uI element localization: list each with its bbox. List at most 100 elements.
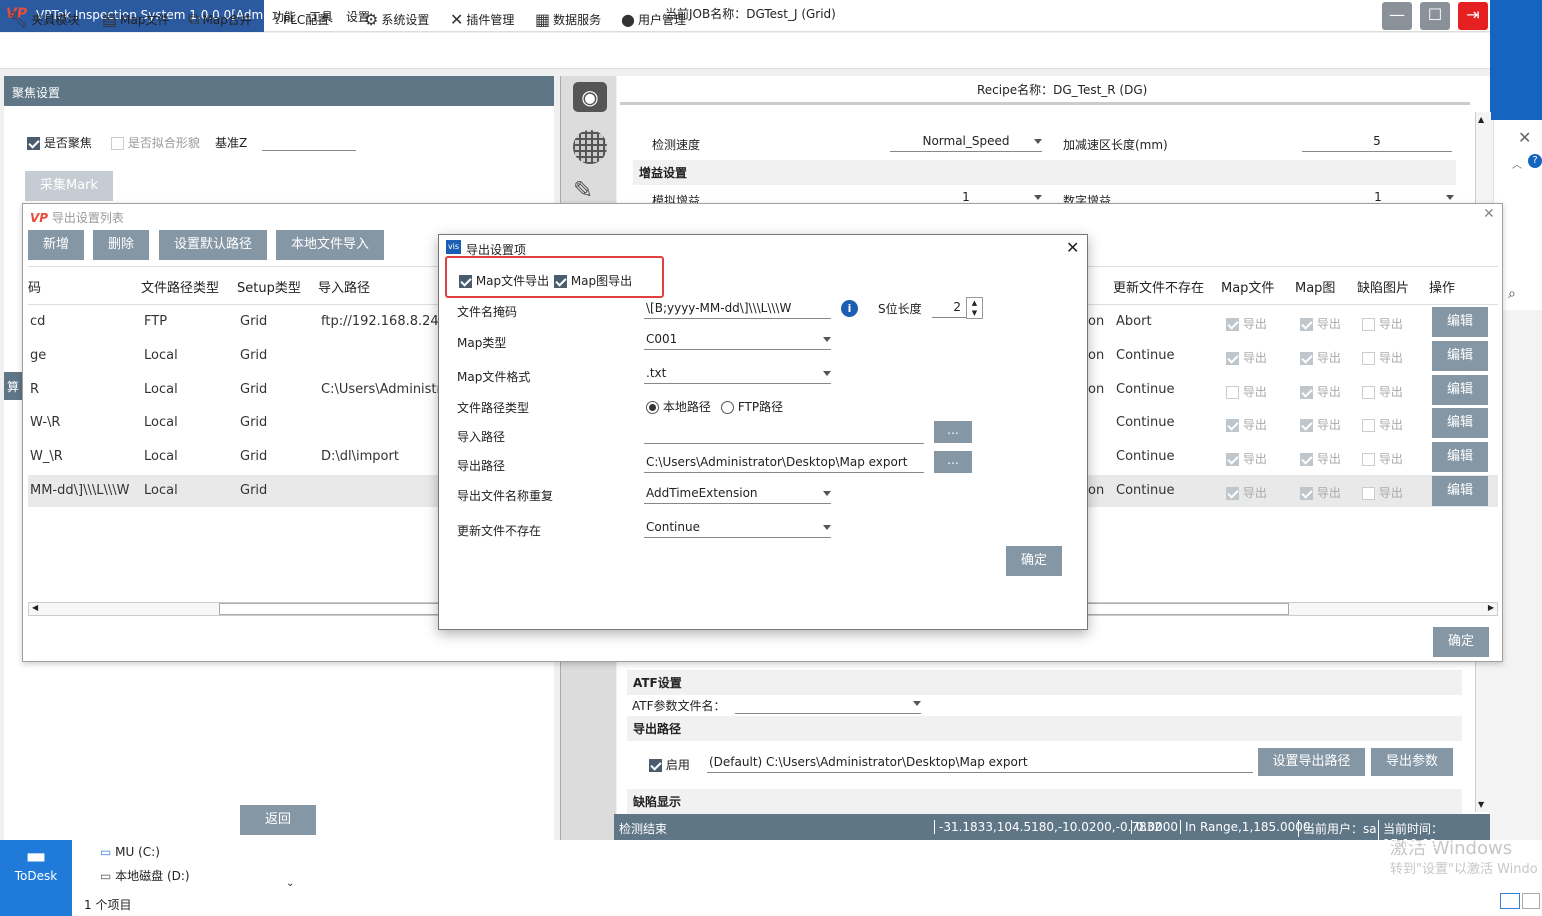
details-view-icon[interactable] — [1500, 893, 1520, 909]
toolbar — [0, 33, 1490, 69]
local-file-import-button[interactable]: 本地文件导入 — [276, 230, 384, 260]
map-file-export-flag: 导出 — [1226, 349, 1267, 366]
toolbar-user-mgmt[interactable]: ● 用户管理 — [621, 8, 686, 30]
fit-checkbox[interactable]: 是否拟合形貌 — [111, 134, 200, 151]
drive-c-item[interactable]: ▭ MU (C:) — [100, 845, 160, 859]
map-type-select[interactable]: C001 — [644, 330, 831, 350]
map-file-export-flag: 导出 — [1226, 450, 1267, 467]
scroll-right-icon[interactable]: ▶ — [1488, 603, 1494, 612]
enable-checkbox[interactable]: 启用 — [649, 756, 690, 773]
ftp-path-radio[interactable]: FTP路径 — [721, 398, 783, 415]
return-button[interactable]: 返回 — [240, 805, 316, 835]
edit-button[interactable]: 编辑 — [1432, 408, 1488, 438]
maximize-button[interactable]: ☐ — [1420, 2, 1450, 30]
exit-button[interactable]: ⇥ — [1458, 2, 1488, 30]
close-icon[interactable]: ✕ — [1483, 206, 1495, 222]
map-file-export-checkbox[interactable]: Map文件导出 — [459, 272, 549, 289]
close-icon[interactable]: ✕ — [1518, 128, 1531, 147]
minimize-button[interactable]: — — [1382, 2, 1412, 30]
export-label: 导出 — [1242, 418, 1267, 432]
divider — [620, 102, 1470, 105]
cell-update: Continue — [1116, 382, 1175, 397]
analog-gain-value: 1 — [962, 190, 970, 204]
set-export-path-button[interactable]: 设置导出路径 — [1258, 748, 1365, 776]
cell-setup: Grid — [240, 415, 268, 430]
chevron-up-icon[interactable]: ︿ — [1512, 156, 1522, 171]
atf-section: ATF设置 — [627, 670, 1462, 695]
help-icon[interactable]: ? — [1528, 154, 1542, 168]
import-path-input[interactable] — [644, 424, 924, 444]
accel-label: 加减速区长度(mm) — [1063, 138, 1168, 152]
capture-mark-button[interactable]: 采集Mark — [25, 171, 113, 201]
col-header-import: 导入路径 — [318, 281, 371, 296]
edit-button[interactable]: 编辑 — [1432, 476, 1488, 506]
dup-name-select[interactable]: AddTimeExtension — [644, 484, 831, 504]
todesk-app[interactable]: ▬ ToDesk — [0, 840, 72, 916]
base-z-input[interactable] — [262, 133, 356, 151]
toolbar-fixture[interactable]: 🔧︎ 夹具模块 — [8, 8, 79, 30]
toolbar-data-service[interactable]: ▦ 数据服务 — [535, 8, 601, 30]
map-format-select[interactable]: .txt — [644, 364, 831, 384]
drive-c-label: MU (C:) — [115, 845, 160, 859]
focus-checkbox[interactable]: 是否聚焦 — [27, 134, 92, 151]
chevron-down-icon[interactable]: ⌄ — [286, 878, 294, 889]
export-label: 导出 — [1242, 351, 1267, 365]
wafer-grid-icon[interactable] — [573, 130, 607, 164]
todesk-icon: ▬ — [25, 844, 47, 869]
side-tab[interactable]: 算 — [4, 372, 24, 400]
cell-path-type: FTP — [144, 314, 168, 329]
edit-button[interactable]: 编辑 — [1432, 375, 1488, 405]
user-icon: ● — [621, 9, 635, 29]
search-icon[interactable]: ⌕ — [1508, 286, 1516, 302]
atf-file-select[interactable] — [735, 694, 921, 714]
accel-input[interactable]: 5 — [1302, 132, 1452, 152]
toolbar-map-merge[interactable]: ⧉ Map合并 — [188, 8, 252, 30]
ruler-icon[interactable]: ✎ — [573, 176, 607, 204]
toolbar-map-file[interactable]: ▤ Map文件 — [102, 8, 169, 30]
edit-button[interactable]: 编辑 — [1432, 442, 1488, 472]
toolbar-plugins[interactable]: ✕ 插件管理 — [450, 8, 514, 30]
merge-icon: ⧉ — [188, 9, 200, 28]
export-path-field[interactable]: (Default) C:\Users\Administrator\Desktop… — [707, 753, 1253, 773]
cell-code: cd — [30, 314, 46, 329]
detect-speed-select[interactable]: Normal_Speed — [890, 132, 1042, 152]
scroll-left-icon[interactable]: ◀ — [32, 603, 38, 612]
activation-watermark-sub: 转到"设置"以激活 Windo — [1390, 862, 1538, 877]
s-length-stepper[interactable]: ▲ ▼ — [966, 297, 983, 319]
dialog-confirm-button[interactable]: 确定 — [1006, 546, 1062, 576]
import-browse-button[interactable]: ... — [934, 421, 972, 443]
toolbar-label: Map文件 — [120, 12, 170, 27]
toolbar-system-settings[interactable]: ⚙ 系统设置 — [364, 8, 429, 30]
cell-path-type: Local — [144, 415, 178, 430]
cell-code: ge — [30, 348, 47, 363]
detect-speed-value: Normal_Speed — [922, 134, 1010, 148]
tiles-view-icon[interactable] — [1522, 893, 1540, 909]
col-header-map-file: Map文件 — [1221, 281, 1275, 296]
edit-button[interactable]: 编辑 — [1432, 341, 1488, 371]
update-missing-select[interactable]: Continue — [644, 518, 831, 538]
list-confirm-button[interactable]: 确定 — [1433, 627, 1489, 657]
camera-icon[interactable]: ◉ — [573, 82, 607, 112]
app-logo-small: VP — [30, 211, 49, 225]
scroll-down-icon[interactable]: ▼ — [1478, 800, 1484, 809]
map-img-export-checkbox[interactable]: Map图导出 — [554, 272, 632, 289]
edit-button[interactable]: 编辑 — [1432, 307, 1488, 337]
export-path-input[interactable]: C:\Users\Administrator\Desktop\Map expor… — [644, 453, 924, 473]
add-button[interactable]: 新增 — [28, 230, 84, 260]
delete-button[interactable]: 删除 — [93, 230, 149, 260]
export-params-button[interactable]: 导出参数 — [1371, 748, 1453, 776]
export-label: 导出 — [1378, 351, 1403, 365]
export-browse-button[interactable]: ... — [934, 451, 972, 473]
s-length-input[interactable]: 2 — [932, 298, 966, 318]
set-default-path-button[interactable]: 设置默认路径 — [159, 230, 267, 260]
scroll-up-icon[interactable]: ▲ — [1478, 115, 1484, 124]
map-img-export-flag: 导出 — [1300, 416, 1341, 433]
drive-icon: ▭ — [100, 869, 116, 883]
cell-update: Abort — [1116, 314, 1152, 329]
filename-mask-input[interactable]: \[B;yyyy-MM-dd\]\\\L\\\W — [644, 299, 831, 319]
toolbar-plc[interactable]: ⟟ PLC配置 — [274, 8, 329, 30]
local-path-radio[interactable]: 本地路径 — [646, 398, 711, 415]
drive-d-item[interactable]: ▭ 本地磁盘 (D:) — [100, 867, 190, 884]
dialog-close-icon[interactable]: ✕ — [1066, 238, 1079, 257]
info-icon[interactable]: i — [841, 300, 858, 317]
